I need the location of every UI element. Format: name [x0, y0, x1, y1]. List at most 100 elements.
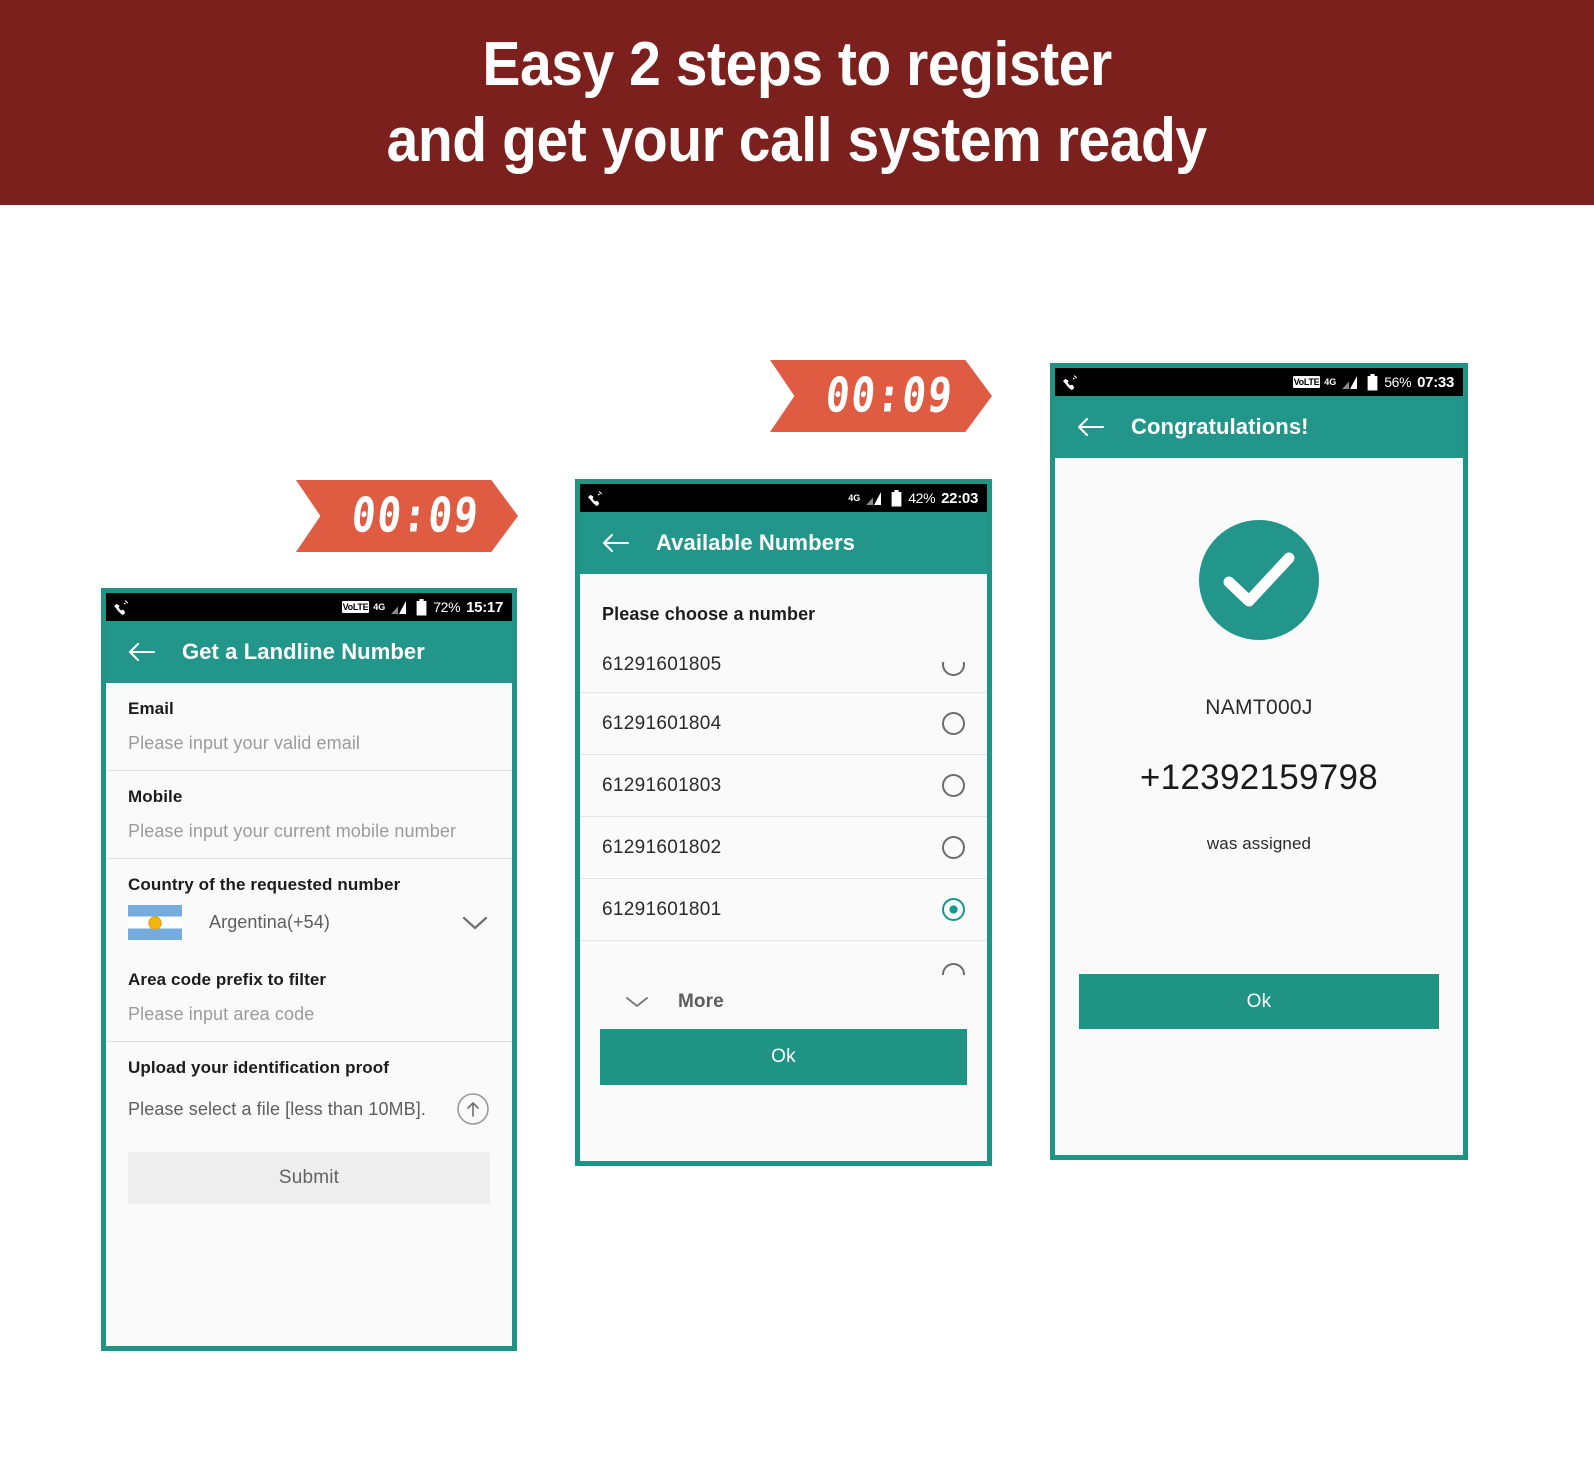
- battery-icon: [416, 598, 427, 615]
- country-field-group: Country of the requested number: [106, 859, 512, 895]
- numbers-list-title: Please choose a number: [602, 604, 816, 624]
- phone3-status-right: VoLTE 4G 56% 07:33: [1292, 373, 1454, 391]
- assigned-phone-number: +12392159798: [1139, 758, 1379, 797]
- checkmark-icon: [1223, 552, 1295, 607]
- number-option-row[interactable]: 61291601805: [580, 637, 987, 693]
- more-numbers-toggle[interactable]: More: [580, 975, 987, 1013]
- ok-button[interactable]: Ok: [600, 1029, 967, 1085]
- number-option-row-selected[interactable]: 61291601801: [580, 879, 987, 941]
- number-option-label: 61291601804: [602, 712, 722, 734]
- account-code: NAMT000J: [1205, 696, 1313, 719]
- number-option-label: 61291601802: [602, 836, 722, 858]
- phone-screen-available-numbers: 4G 42% 22:03 Available Numbers Please ch: [575, 479, 992, 1166]
- signal-bars-icon: [866, 491, 882, 505]
- number-option-label: 61291601801: [602, 898, 722, 920]
- page-header-banner: Easy 2 steps to register and get your ca…: [0, 0, 1594, 205]
- number-option-label: 61291601803: [602, 774, 722, 796]
- phone3-body: NAMT000J +12392159798 was assigned Ok: [1055, 458, 1463, 1155]
- chevron-down-icon[interactable]: [624, 994, 650, 1010]
- phone2-status-left: [587, 489, 606, 507]
- timer-badge-step-1: 00:09: [296, 480, 518, 552]
- argentina-flag-icon: [128, 905, 182, 940]
- battery-percent-label: 42%: [908, 490, 936, 506]
- phone-call-icon: [1063, 375, 1077, 391]
- check-circle-icon: [1199, 520, 1319, 640]
- phone3-app-bar: Congratulations!: [1055, 396, 1463, 458]
- number-option-label: 61291601805: [602, 653, 722, 675]
- battery-icon: [891, 489, 902, 506]
- phone-screen-congratulations: VoLTE 4G 56% 07:33 Congratulations! NAMT…: [1050, 363, 1468, 1160]
- phone1-app-bar: Get a Landline Number: [106, 621, 512, 683]
- battery-icon: [1367, 373, 1378, 390]
- number-option-radio[interactable]: [942, 712, 965, 735]
- page-title-line-1: Easy 2 steps to register: [482, 29, 1112, 99]
- status-clock: 15:17: [466, 598, 503, 616]
- number-option-radio[interactable]: [942, 836, 965, 859]
- network-type-label: 4G: [373, 601, 386, 612]
- back-arrow-icon[interactable]: [602, 532, 630, 554]
- back-arrow-icon[interactable]: [128, 641, 156, 663]
- battery-percent-label: 56%: [1384, 374, 1412, 390]
- area-code-field-label: Area code prefix to filter: [128, 970, 327, 989]
- country-selected-value: Argentina(+54): [209, 912, 330, 932]
- network-type-label: 4G: [848, 492, 861, 503]
- volte-icon: VoLTE: [341, 601, 370, 613]
- signal-bars-icon: [391, 600, 407, 614]
- area-code-field-group: Area code prefix to filter Please input …: [106, 954, 512, 1041]
- phone2-status-bar: 4G 42% 22:03: [580, 484, 987, 512]
- email-field-group: Email Please input your valid email: [106, 683, 512, 770]
- phone2-title: Available Numbers: [656, 530, 855, 555]
- phone-screen-landline-form: VoLTE 4G 72% 15:17 Get a Landline Number…: [101, 588, 517, 1351]
- area-code-input[interactable]: Please input area code: [128, 1004, 490, 1041]
- more-label: More: [678, 991, 724, 1012]
- timer-badge-step-2-value: 00:09: [823, 368, 957, 424]
- signal-bars-icon: [1342, 375, 1358, 389]
- status-clock: 22:03: [941, 489, 978, 507]
- phone3-status-left: [1062, 373, 1081, 391]
- mobile-field-label: Mobile: [128, 787, 183, 806]
- phone-call-icon: [588, 491, 602, 507]
- number-option-row[interactable]: 61291601804: [580, 693, 987, 755]
- phone1-status-right: VoLTE 4G 72% 15:17: [341, 598, 503, 616]
- number-option-row[interactable]: 61291601803: [580, 755, 987, 817]
- number-option-radio-selected[interactable]: [942, 898, 965, 921]
- number-option-row[interactable]: 61291601802: [580, 817, 987, 879]
- country-select[interactable]: Argentina(+54): [106, 895, 512, 954]
- upload-field-label: Upload your identification proof: [128, 1058, 390, 1077]
- battery-percent-label: 72%: [433, 599, 461, 615]
- phone3-title: Congratulations!: [1131, 414, 1309, 439]
- upload-arrow-icon[interactable]: [456, 1092, 490, 1126]
- upload-hint: Please select a file [less than 10MB].: [128, 1098, 426, 1119]
- chevron-down-icon[interactable]: [460, 914, 490, 932]
- email-input[interactable]: Please input your valid email: [128, 733, 490, 770]
- volte-icon: VoLTE: [1292, 376, 1321, 388]
- phone2-status-right: 4G 42% 22:03: [848, 489, 978, 507]
- email-field-label: Email: [128, 699, 174, 718]
- phone1-body: Email Please input your valid email Mobi…: [106, 683, 512, 1346]
- country-field-label: Country of the requested number: [128, 875, 401, 894]
- number-option-radio[interactable]: [942, 774, 965, 797]
- phone3-status-bar: VoLTE 4G 56% 07:33: [1055, 368, 1463, 396]
- status-clock: 07:33: [1417, 373, 1454, 391]
- network-type-label: 4G: [1324, 376, 1337, 387]
- congratulations-content: NAMT000J +12392159798 was assigned: [1055, 458, 1463, 854]
- page-title-line-2: and get your call system ready: [387, 105, 1207, 175]
- ok-button[interactable]: Ok: [1079, 974, 1439, 1029]
- phone2-body: Please choose a number 61291601805 61291…: [580, 574, 987, 1161]
- phone1-status-left: [113, 598, 132, 616]
- submit-button[interactable]: Submit: [128, 1152, 490, 1204]
- upload-field-group: Upload your identification proof: [106, 1042, 512, 1078]
- back-arrow-icon[interactable]: [1077, 416, 1105, 438]
- phone1-title: Get a Landline Number: [182, 639, 425, 664]
- timer-badge-step-2: 00:09: [770, 360, 992, 432]
- phone1-status-bar: VoLTE 4G 72% 15:17: [106, 593, 512, 621]
- timer-badge-step-1-value: 00:09: [349, 488, 483, 544]
- phone-call-icon: [114, 600, 128, 616]
- number-option-row-partial[interactable]: [580, 941, 987, 975]
- phone2-app-bar: Available Numbers: [580, 512, 987, 574]
- number-option-radio[interactable]: [942, 662, 965, 676]
- mobile-field-group: Mobile Please input your current mobile …: [106, 771, 512, 858]
- number-option-radio[interactable]: [942, 963, 965, 975]
- mobile-input[interactable]: Please input your current mobile number: [128, 821, 490, 858]
- screenshot-stage: 00:09 00:09 VoLTE 4G 72% 15:17 Get a Lan…: [0, 205, 1594, 1476]
